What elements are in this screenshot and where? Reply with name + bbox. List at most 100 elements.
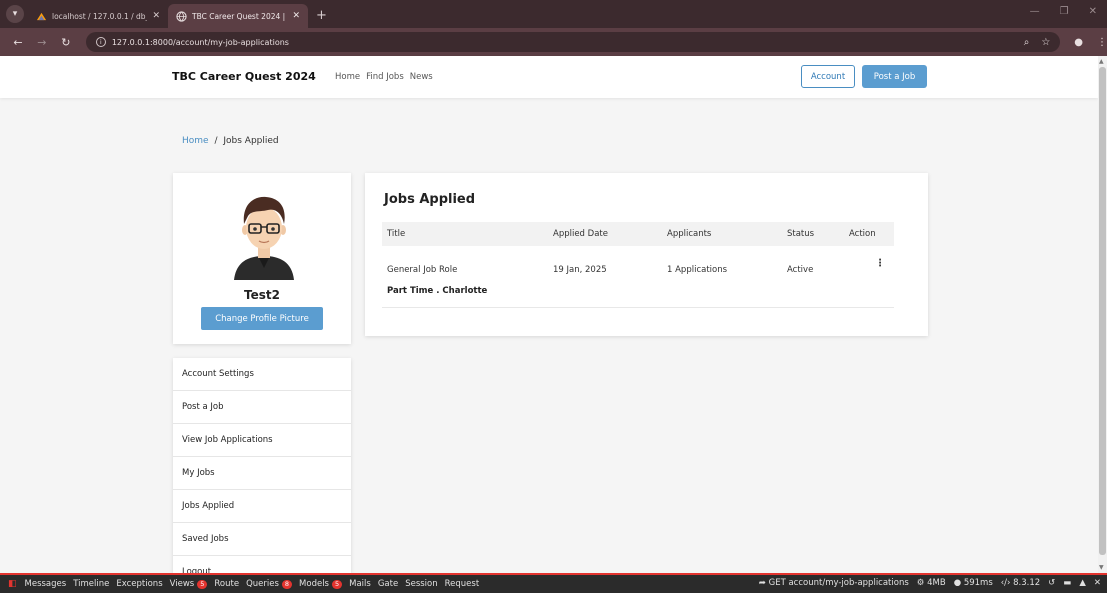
tab-close-icon[interactable]: ✕ [152,11,160,21]
debugbar-tab-timeline[interactable]: Timeline [73,579,109,589]
browser-tab-career-quest[interactable]: TBC Career Quest 2024 | Find Jobs ✕ [168,4,308,28]
debugbar-tab-views[interactable]: Views 5 [170,579,208,589]
debugbar-logo-icon[interactable]: ◧ [8,579,17,589]
clock-icon: ● [953,578,962,588]
sidebar-item-view-job-applications[interactable]: View Job Applications [173,424,351,457]
breadcrumb-separator: / [214,136,218,146]
profile-icon[interactable]: ● [1074,37,1083,48]
nav-news-link[interactable]: News [410,72,433,82]
address-bar[interactable]: i 127.0.0.1:8000/account/my-job-applicat… [85,32,1061,52]
count-badge: 8 [281,579,293,589]
folder-icon[interactable]: ▬ [1063,578,1071,588]
maximize-icon[interactable]: ❐ [1060,6,1069,17]
back-icon[interactable]: ← [12,36,24,49]
job-meta: Part Time . Charlotte [387,286,488,296]
sidebar-item-account-settings[interactable]: Account Settings [173,358,351,391]
breadcrumb-current: Jobs Applied [223,136,279,146]
table-row: General Job Role Part Time . Charlotte 1… [382,246,894,308]
zoom-icon[interactable]: ⌕ [1024,37,1030,48]
site-header: TBC Career Quest 2024 Home Find Jobs New… [0,56,1098,98]
debugbar-tab-exceptions[interactable]: Exceptions [116,579,162,589]
post-job-button[interactable]: Post a Job [862,65,927,88]
close-debugbar-icon[interactable]: ✕ [1094,578,1101,588]
close-window-icon[interactable]: ✕ [1089,6,1097,17]
column-header-applicants: Applicants [667,229,712,239]
request-time: ● 591ms [954,578,993,588]
profile-name: Test2 [244,288,280,302]
sidebar-item-post-a-job[interactable]: Post a Job [173,391,351,424]
debugbar-tab-queries[interactable]: Queries 8 [246,579,293,589]
debugbar-tab-request[interactable]: Request [445,579,480,589]
debugbar-tab-label: Exceptions [116,579,163,589]
applied-date: 19 Jan, 2025 [553,265,607,275]
memory-usage: ⚙ 4MB [917,578,946,588]
bookmark-star-icon[interactable]: ☆ [1041,37,1050,48]
php-version-value: 8.3.12 [1013,578,1041,588]
status-text: Active [787,265,814,275]
browser-tab-phpmyadmin[interactable]: localhost / 127.0.0.1 / db_job_ ✕ [28,4,168,28]
request-info[interactable]: ➦ GET account/my-job-applications [759,578,909,588]
tab-close-icon[interactable]: ✕ [292,11,300,21]
count-badge: 5 [197,579,208,589]
minimize-icon[interactable]: — [1030,6,1040,17]
brand-logo-text[interactable]: TBC Career Quest 2024 [172,70,316,83]
profile-card: Test2 Change Profile Picture [173,173,351,344]
sidebar-item-jobs-applied[interactable]: Jobs Applied [173,490,351,523]
breadcrumb: Home / Jobs Applied [182,136,279,146]
forward-icon[interactable]: → [36,36,48,49]
nav-find-jobs-link[interactable]: Find Jobs [366,72,404,82]
scrollbar-thumb[interactable] [1099,67,1106,555]
debugbar-tab-label: Session [405,579,438,589]
debugbar-tab-models[interactable]: Models 5 [299,579,343,589]
scroll-down-icon[interactable]: ▼ [1099,564,1104,571]
url-text[interactable]: 127.0.0.1:8000/account/my-job-applicatio… [112,38,1018,47]
breadcrumb-home-link[interactable]: Home [182,136,209,146]
tab-search-icon[interactable]: ▾ [6,5,24,23]
scroll-up-icon[interactable]: ▲ [1099,58,1104,65]
account-sidebar-menu: Account Settings Post a Job View Job App… [173,358,351,573]
debugbar-tab-route[interactable]: Route [214,579,239,589]
new-tab-button[interactable]: + [316,8,327,23]
debugbar-tab-label: Queries [246,579,279,589]
browser-menu-icon[interactable]: ⋮ [1097,37,1107,48]
debugbar-tab-label: Views [169,579,195,589]
debugbar-tab-label: Route [214,579,240,589]
nav-home-link[interactable]: Home [335,72,360,82]
debugbar-tab-mails[interactable]: Mails [349,579,371,589]
expand-icon[interactable]: ▲ [1079,578,1086,588]
debugbar-tab-label: Request [444,579,480,589]
sidebar-item-saved-jobs[interactable]: Saved Jobs [173,523,351,556]
debugbar-tab-label: Gate [377,579,399,589]
debugbar-tab-label: Models [299,579,329,589]
count-badge: 5 [331,579,343,589]
request-path: GET account/my-job-applications [768,578,909,588]
debugbar-stats: ➦ GET account/my-job-applications ⚙ 4MB … [759,578,1101,588]
php-version: ‹/› 8.3.12 [1001,578,1040,588]
site-info-icon[interactable]: i [95,37,106,47]
main-nav: Home Find Jobs News [335,72,433,82]
tab-title: TBC Career Quest 2024 | Find Jobs [192,11,287,21]
job-title-link[interactable]: General Job Role [387,265,457,275]
account-button[interactable]: Account [801,65,855,88]
sidebar-item-logout[interactable]: Logout [173,556,351,573]
tab-title: localhost / 127.0.0.1 / db_job_ [52,11,147,21]
reload-icon[interactable]: ↻ [60,36,72,49]
change-profile-picture-button[interactable]: Change Profile Picture [201,307,323,330]
browser-toolbar: ← → ↻ i 127.0.0.1:8000/account/my-job-ap… [0,28,1107,56]
globe-favicon-icon [176,10,187,22]
applicants-count: 1 Applications [667,265,728,275]
column-header-title: Title [387,229,406,239]
kebab-menu-icon[interactable]: ⋮ [875,258,885,269]
debugbar-tab-messages[interactable]: Messages [25,579,67,589]
window-controls: — ❐ ✕ [1030,6,1097,17]
history-icon[interactable]: ↺ [1048,578,1055,588]
debugbar-tab-label: Mails [349,579,371,589]
memory-value: 4MB [927,578,946,588]
debugbar-tab-gate[interactable]: Gate [378,579,398,589]
column-header-action: Action [849,229,876,239]
debugbar-tab-session[interactable]: Session [405,579,437,589]
avatar [234,196,294,280]
page-scrollbar[interactable]: ▲ ▼ [1098,56,1107,573]
share-icon: ➦ [758,578,766,588]
sidebar-item-my-jobs[interactable]: My Jobs [173,457,351,490]
